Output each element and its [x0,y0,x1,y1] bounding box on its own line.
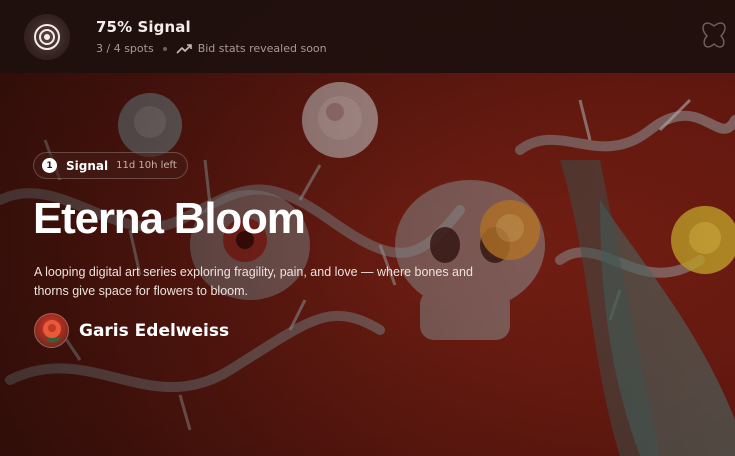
signal-badge [24,13,70,60]
signal-chip[interactable]: 1 Signal 11d 10h left [33,152,188,179]
chip-number: 1 [42,158,57,173]
time-left: 11d 10h left [116,160,177,171]
signal-meta: 3 / 4 spots Bid stats revealed soon [96,42,327,55]
trending-up-icon [176,43,192,54]
separator-dot [162,46,167,51]
artist-link[interactable]: Garis Edelweiss [34,313,229,348]
signal-info: 75% Signal 3 / 4 spots Bid stats reveale… [96,18,327,55]
signal-header: 75% Signal 3 / 4 spots Bid stats reveale… [0,0,735,73]
signal-icon [34,23,60,50]
artist-name[interactable]: Garis Edelweiss [79,321,229,341]
rose-avatar-image [43,320,61,343]
bid-stats-text: Bid stats revealed soon [197,42,327,55]
signal-title: 75% Signal [96,18,191,36]
collection-title[interactable]: Eterna Bloom [33,194,306,244]
chip-label: Signal [66,158,109,173]
spots-count: 3 / 4 spots [96,42,154,55]
collection-description: A looping digital art series exploring f… [34,265,473,298]
artist-avatar[interactable] [34,313,69,348]
butterfly-icon [702,22,726,48]
